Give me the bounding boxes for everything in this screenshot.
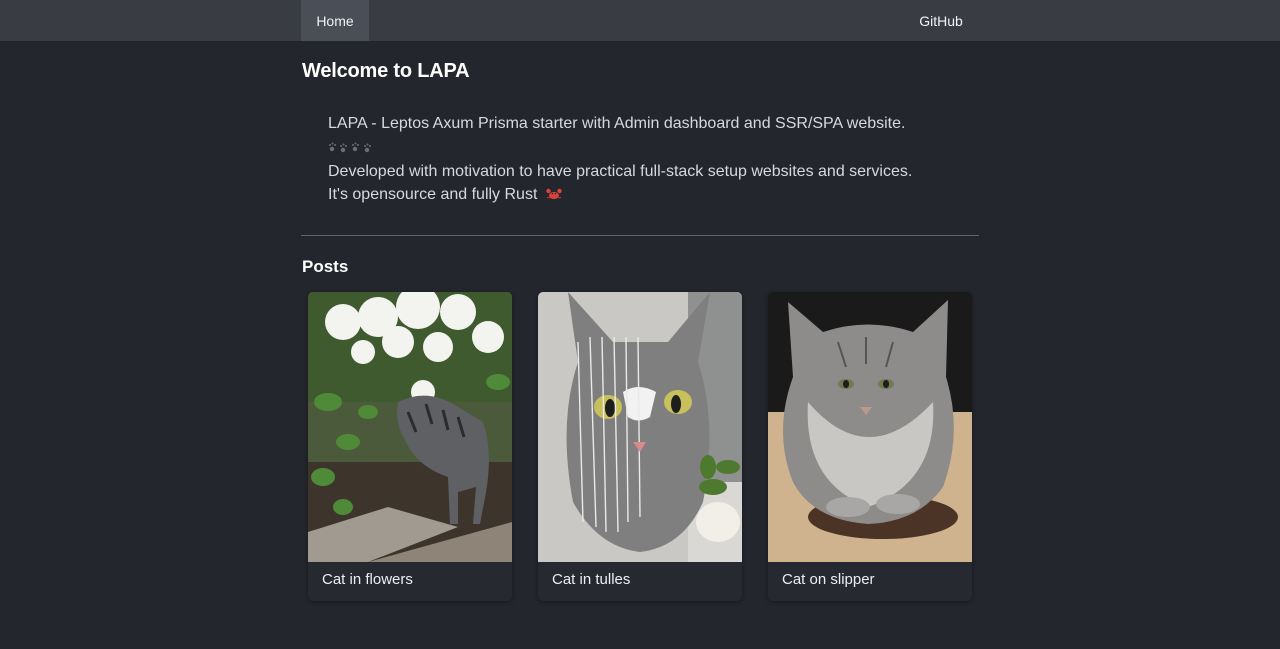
post-card-cat-on-slipper[interactable]: Cat on slipper — [768, 292, 972, 601]
crab-emoji-icon — [546, 186, 562, 209]
post-caption: Cat in flowers — [322, 571, 413, 588]
post-caption: Cat on slipper — [782, 571, 875, 588]
intro-line-opensource: It's opensource and fully Rust — [328, 185, 538, 203]
post-card-cat-in-flowers[interactable]: Cat in flowers — [308, 292, 512, 601]
post-caption: Cat in tulles — [552, 571, 631, 588]
post-image-cat-on-slipper[interactable] — [768, 292, 972, 562]
intro-line-description: LAPA - Leptos Axum Prisma starter with A… — [328, 115, 906, 132]
post-image-cat-in-flowers[interactable] — [308, 292, 512, 562]
top-navbar: Home GitHub — [0, 0, 1280, 41]
nav-github-link[interactable]: GitHub — [900, 0, 982, 41]
post-image-cat-in-tulles[interactable] — [538, 292, 742, 562]
paw-prints-icon — [328, 136, 374, 158]
posts-heading: Posts — [302, 257, 349, 276]
post-card-cat-in-tulles[interactable]: Cat in tulles — [538, 292, 742, 601]
intro-text: LAPA - Leptos Axum Prisma starter with A… — [328, 113, 968, 208]
nav-home-link[interactable]: Home — [301, 0, 369, 41]
intro-line-motivation: Developed with motivation to have practi… — [328, 163, 913, 180]
page-title: Welcome to LAPA — [302, 60, 470, 82]
section-divider — [301, 235, 979, 236]
